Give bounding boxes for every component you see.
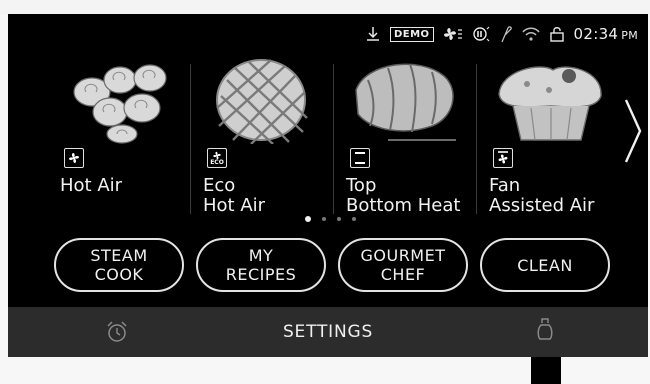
my-recipes-button[interactable]: MY RECIPES <box>196 238 326 292</box>
status-bar: DEMO 02:34 PM <box>365 22 638 46</box>
mode-label: Top Bottom Heat <box>346 176 460 216</box>
oven-touchscreen: DEMO 02:34 PM Hot Air ECO Eco Hot Air To… <box>8 14 648 357</box>
alarm-clock-icon <box>107 321 127 342</box>
mode-label-line1: Fan <box>489 175 521 196</box>
muffin-image <box>498 66 602 141</box>
mode-label: Hot Air <box>60 176 122 196</box>
mode-card-fan-assisted-air[interactable]: Fan Assisted Air <box>477 52 615 222</box>
settings-button[interactable]: SETTINGS <box>228 319 428 345</box>
top-watermark-strip <box>0 0 650 14</box>
gourmet-chef-button[interactable]: GOURMET CHEF <box>338 238 468 292</box>
function-buttons: STEAM COOK MY RECIPES GOURMET CHEF CLEAN <box>54 238 614 294</box>
button-label-line1: STEAM <box>90 246 148 265</box>
lattice-pie-image <box>216 59 308 144</box>
page-dot <box>322 217 326 221</box>
mode-card-eco-hot-air[interactable]: ECO Eco Hot Air <box>191 52 329 222</box>
button-label-line1: MY <box>248 246 274 265</box>
steam-cook-button[interactable]: STEAM COOK <box>54 238 184 292</box>
sweet-rolls-image <box>73 64 167 144</box>
clock-time: 02:34 PM <box>574 25 638 43</box>
steam-icon <box>472 26 490 42</box>
mode-label-line1: Hot Air <box>60 175 123 196</box>
bottom-bar: SETTINGS <box>8 307 648 357</box>
mode-label: Fan Assisted Air <box>489 176 594 216</box>
page-dot-active <box>305 216 311 222</box>
page-dot <box>337 217 341 221</box>
button-label-line2: CHEF <box>380 265 426 284</box>
clean-button[interactable]: CLEAN <box>480 238 610 292</box>
fan-assisted-icon <box>493 148 513 168</box>
top-bottom-heat-icon <box>350 148 370 168</box>
button-label-line2: COOK <box>94 265 144 284</box>
mode-label-line1: Top <box>346 175 377 196</box>
time-ampm: PM <box>621 29 638 42</box>
page-indicator <box>305 216 356 222</box>
wifi-icon <box>521 26 540 42</box>
mode-label-line2: Hot Air <box>203 195 266 216</box>
demo-badge: DEMO <box>389 26 434 42</box>
mode-card-top-bottom-heat[interactable]: Top Bottom Heat <box>334 52 472 222</box>
mode-label-line2: Assisted Air <box>489 195 595 216</box>
display-stand <box>531 357 561 384</box>
page-dot <box>352 217 356 221</box>
fan-icon <box>64 148 84 168</box>
roast-image <box>355 63 456 141</box>
mode-label: Eco Hot Air <box>203 176 265 216</box>
download-icon <box>365 26 381 42</box>
button-label-line1: CLEAN <box>517 255 573 275</box>
probe-icon <box>499 25 513 43</box>
mode-label-line1: Eco <box>203 175 236 196</box>
timer-button[interactable] <box>104 319 130 345</box>
mode-card-hot-air[interactable]: Hot Air <box>48 52 186 222</box>
fan-icon <box>443 26 463 42</box>
eco-fan-icon: ECO <box>207 148 227 168</box>
oven-light-button[interactable] <box>536 317 554 347</box>
light-bulb-icon <box>537 318 553 340</box>
next-page-arrow[interactable] <box>621 96 645 166</box>
mode-label-line2: Bottom Heat <box>346 195 461 216</box>
lock-icon <box>549 26 565 42</box>
time-value: 02:34 <box>573 25 619 43</box>
button-label-line1: GOURMET <box>360 246 446 265</box>
button-label-line2: RECIPES <box>225 265 297 284</box>
chevron-right-icon <box>624 99 642 163</box>
